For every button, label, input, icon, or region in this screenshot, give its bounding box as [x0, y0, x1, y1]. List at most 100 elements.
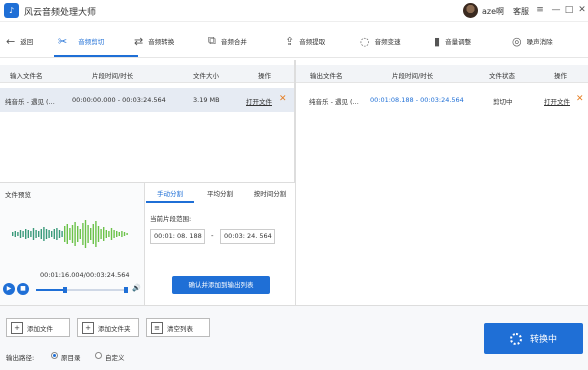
- option-custom[interactable]: 自定义: [105, 352, 125, 362]
- waveform-bar: [77, 226, 79, 242]
- tool-audio-merge[interactable]: ⧉ 音频合并: [208, 24, 247, 58]
- speed-icon: ◌: [360, 34, 370, 48]
- waveform-bar: [25, 229, 27, 239]
- preview-label: 文件预览: [5, 191, 31, 199]
- waveform-bar: [48, 230, 50, 238]
- tool-label: 音频合并: [220, 38, 247, 46]
- back-label: 返回: [20, 38, 34, 46]
- tool-label: 音量调整: [445, 38, 472, 46]
- radio-custom[interactable]: [95, 352, 102, 359]
- tool-volume-adjust[interactable]: ▮ 音量调整: [434, 24, 471, 58]
- user-avatar[interactable]: [463, 3, 478, 18]
- radio-original-dir[interactable]: [51, 352, 58, 359]
- range-separator: -: [211, 232, 214, 240]
- tab-manual-split[interactable]: 手动分割: [146, 185, 194, 203]
- support-link[interactable]: 客服: [513, 6, 529, 17]
- confirm-add-output-button[interactable]: 确认并添加到输出列表: [172, 276, 270, 294]
- waveform-bar: [123, 232, 126, 236]
- output-path-label: 输出路径:: [6, 354, 35, 362]
- waveform-bar: [17, 232, 19, 236]
- waveform-bar: [61, 231, 63, 237]
- col-file-status: 文件状态: [489, 72, 515, 80]
- app-title: 风云音频处理大师: [24, 8, 97, 18]
- waveform-bar: [87, 225, 89, 243]
- waveform-bar: [126, 233, 128, 235]
- waveform-bar: [92, 224, 94, 244]
- tool-audio-speed[interactable]: ◌ 音频变速: [360, 24, 401, 58]
- waveform-bar: [105, 230, 107, 238]
- delete-icon[interactable]: ✕: [576, 94, 584, 104]
- waveform-bar: [38, 231, 40, 237]
- clear-list-icon: ≡: [151, 321, 163, 334]
- waveform-bar: [66, 224, 68, 244]
- clear-list-button[interactable]: ≡ 清空列表: [146, 318, 210, 337]
- tool-audio-cut[interactable]: ✂ 音频剪切: [58, 24, 104, 58]
- waveform-bar: [74, 222, 76, 246]
- tool-audio-convert[interactable]: ⇄ 音频转换: [134, 24, 174, 58]
- col-input-name: 输入文件名: [10, 72, 43, 80]
- waveform-bar: [84, 220, 87, 248]
- close-window-icon[interactable]: ✕: [576, 4, 588, 16]
- col-output-name: 输出文件名: [310, 72, 343, 80]
- col-action: 操作: [554, 72, 567, 80]
- stop-button[interactable]: ■: [17, 283, 29, 295]
- waveform-bar: [30, 231, 32, 237]
- delete-icon[interactable]: ✕: [279, 94, 287, 104]
- col-segment-time: 片段时间/时长: [392, 72, 434, 80]
- convert-button[interactable]: 转换中: [484, 323, 583, 354]
- app-logo-icon: ♪: [4, 3, 19, 18]
- convert-icon: ⇄: [134, 34, 144, 48]
- playback-time: 00:01:16.004/00:03:24.564: [40, 271, 130, 279]
- waveform-bar: [79, 229, 81, 239]
- open-file-link[interactable]: 打开文件: [544, 96, 570, 106]
- input-file-size: 3.19 MB: [193, 96, 220, 104]
- waveform-bar: [118, 232, 120, 236]
- waveform-bar: [97, 226, 100, 242]
- waveform[interactable]: [8, 219, 133, 249]
- tab-time-split[interactable]: 按时间分割: [246, 185, 294, 203]
- segment-end-input[interactable]: 00:03: 24. 564: [220, 229, 275, 244]
- active-tab-indicator: [54, 55, 138, 57]
- tool-noise-removal[interactable]: ◎ 噪声消除: [512, 24, 553, 58]
- noise-icon: ◎: [512, 34, 522, 48]
- add-file-button[interactable]: + 添加文件: [6, 318, 70, 337]
- maximize-icon[interactable]: □: [563, 4, 575, 16]
- tool-label: 音频提取: [299, 38, 326, 46]
- output-file-name: 纯音乐 - 遇见 (...: [309, 98, 359, 106]
- waveform-bar: [116, 231, 118, 237]
- username[interactable]: aze啊: [482, 6, 504, 17]
- open-file-link[interactable]: 打开文件: [246, 96, 272, 106]
- tool-label: 音频变速: [374, 38, 401, 46]
- waveform-bar: [53, 229, 55, 239]
- table-row[interactable]: 纯音乐 - 遇见 (... 00:01:08.188 - 00:03:24.56…: [296, 88, 588, 112]
- tab-average-split[interactable]: 平均分割: [196, 185, 244, 203]
- seek-handle-start[interactable]: [63, 287, 67, 293]
- segment-range-label: 当前片段范围:: [150, 215, 192, 223]
- add-folder-button[interactable]: + 添加文件夹: [77, 318, 139, 337]
- merge-icon: ⧉: [208, 34, 216, 47]
- waveform-bar: [64, 226, 66, 242]
- segment-start-input[interactable]: 00:01: 08. 188: [150, 229, 205, 244]
- waveform-bar: [108, 231, 110, 237]
- volume-icon[interactable]: 🔊: [132, 284, 141, 292]
- waveform-bar: [32, 228, 35, 240]
- play-button[interactable]: ▶: [3, 283, 15, 295]
- waveform-bar: [71, 225, 74, 243]
- arrow-left-icon: ←: [6, 34, 16, 48]
- clear-list-label: 清空列表: [167, 324, 193, 333]
- waveform-bar: [69, 228, 71, 240]
- option-original-dir[interactable]: 原目录: [61, 352, 81, 362]
- waveform-bar: [100, 229, 102, 239]
- add-file-label: 添加文件: [27, 324, 53, 333]
- add-folder-icon: +: [82, 321, 94, 334]
- waveform-bar: [40, 229, 42, 239]
- table-row[interactable]: 纯音乐 - 遇见 (... 00:00:00.000 - 00:03:24.56…: [0, 88, 294, 112]
- minimize-icon[interactable]: —: [550, 4, 562, 16]
- back-button[interactable]: ← 返回: [6, 24, 33, 58]
- seek-handle-end[interactable]: [124, 287, 128, 293]
- col-file-size: 文件大小: [193, 72, 219, 80]
- tool-audio-extract[interactable]: ⇪ 音频提取: [285, 24, 325, 58]
- menu-icon[interactable]: ≡: [534, 4, 546, 16]
- waveform-bar: [103, 227, 105, 241]
- waveform-bar: [82, 223, 84, 245]
